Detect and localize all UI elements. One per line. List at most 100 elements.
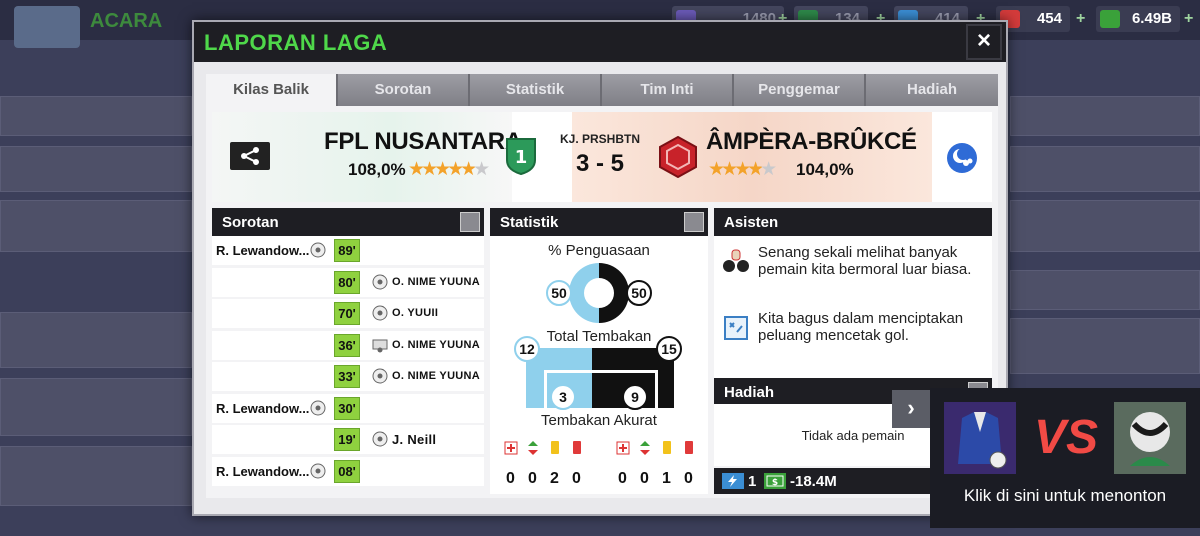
highlight-row: 19' J. Neill [212, 425, 484, 454]
currency-money[interactable]: 6.49B [1096, 6, 1180, 32]
bg-panel [1010, 318, 1200, 374]
money-icon [1100, 10, 1120, 28]
highlight-row: 70' O. YUUII [212, 299, 484, 328]
highlight-row: 80' O. NIME YUUNA [212, 267, 484, 297]
svg-text:1: 1 [515, 147, 528, 168]
money-icon: $ [764, 473, 786, 489]
away-yellow-cards: 1 [662, 470, 671, 487]
injury-icon [616, 441, 630, 455]
svg-text:$: $ [772, 478, 778, 488]
yellow-card-icon [663, 441, 671, 454]
home-star-rating: ★★★★★★ [408, 159, 490, 180]
share-button[interactable] [230, 142, 270, 170]
yellow-card-icon [551, 441, 559, 454]
on-target-label: Tembakan Akurat [541, 412, 657, 429]
add-medical-button[interactable]: + [1076, 10, 1085, 28]
home-red-cards: 0 [572, 470, 581, 487]
collapse-replay-button[interactable]: › [892, 390, 930, 428]
ball-icon [372, 274, 388, 289]
away-team-rating: 104,0% [796, 160, 854, 179]
shots-home-value: 12 [514, 336, 540, 362]
bg-panel [1010, 96, 1200, 136]
away-red-cards: 0 [684, 470, 693, 487]
match-report-dialog: LAPORAN LAGA × Kilas Balik Sorotan Stati… [192, 20, 1008, 516]
final-score: 3 - 5 [575, 150, 625, 177]
assistant-message: Kita bagus dalam menciptakan peluang men… [758, 310, 964, 344]
ball-icon [310, 463, 326, 478]
assistant-header: Asisten [714, 208, 992, 236]
away-scorer: J. Neill [392, 432, 437, 447]
stadium-name: KJ. PRSHBTN [559, 132, 640, 146]
stats-panel: % Penguasaan 50 50 Total Tembakan 12 15 … [490, 236, 708, 494]
highlight-row: 36' O. NIME YUUNA [212, 330, 484, 360]
tab-tim-inti[interactable]: Tim Inti [602, 74, 734, 106]
home-team-badge: 1 [506, 138, 536, 176]
ball-icon [310, 400, 326, 415]
goal-minute: 80' [334, 270, 360, 294]
assistant-message: Senang sekali melihat banyak pemain kita… [758, 244, 972, 278]
bg-panel [0, 446, 192, 506]
score-banner: FPL NUSANTARA 108,0% ★★★★★★ 1 KJ. PRSHBT… [212, 112, 992, 202]
ball-icon [372, 305, 388, 321]
bg-panel [0, 378, 192, 436]
on-target-home-value: 3 [550, 384, 576, 410]
energy-icon [722, 473, 744, 489]
goal-minute: 70' [334, 302, 360, 325]
bg-panel [0, 312, 192, 368]
tab-hadiah[interactable]: Hadiah [866, 74, 998, 106]
add-money-button[interactable]: + [1184, 10, 1193, 28]
highlights-list: R. Lewandow... 89' 80' O. NIME YUUNA 70'… [212, 236, 484, 488]
home-scorer: R. Lewandow... [216, 243, 310, 258]
dialog-title: LAPORAN LAGA [204, 30, 388, 55]
club-name: ACARA [90, 10, 163, 32]
home-substitutions: 0 [528, 470, 537, 487]
away-team-name: ÂMPÈRA-BRÛKCÉ [706, 128, 917, 155]
bg-panel [0, 146, 192, 192]
highlights-header: Sorotan [212, 208, 484, 236]
ball-icon [310, 242, 326, 258]
bg-panel [1010, 146, 1200, 192]
report-tabs: Kilas Balik Sorotan Statistik Tim Inti P… [206, 74, 998, 106]
tab-content: FPL NUSANTARA 108,0% ★★★★★★ 1 KJ. PRSHBT… [206, 106, 998, 498]
ball-icon [372, 368, 388, 384]
tab-sorotan[interactable]: Sorotan [338, 74, 470, 106]
share-icon [241, 147, 259, 165]
versus-label: VS [1034, 411, 1099, 464]
ball-icon [372, 431, 388, 447]
bg-panel [0, 200, 192, 252]
weather-icon[interactable] [946, 142, 978, 174]
tab-penggemar[interactable]: Penggemar [734, 74, 866, 106]
goal-minute: 08' [334, 459, 360, 483]
club-logo[interactable] [14, 6, 80, 48]
highlight-row: R. Lewandow... 30' [212, 393, 484, 423]
stats-header: Statistik [490, 208, 708, 236]
tab-statistik[interactable]: Statistik [470, 74, 602, 106]
away-injuries: 0 [618, 470, 627, 487]
away-scorer: O. NIME YUUNA [392, 370, 481, 382]
energy-reward: 1 [748, 473, 757, 490]
injury-icon [504, 441, 518, 455]
dumbbell-icon [723, 249, 749, 272]
home-kit-avatar [944, 402, 1016, 474]
away-scorer: O. YUUII [392, 307, 439, 319]
shots-away-value: 15 [656, 336, 682, 362]
expand-highlights-button[interactable] [460, 212, 480, 232]
money-reward: -18.4M [790, 473, 837, 490]
goal-minute: 36' [334, 333, 360, 357]
bg-panel [1010, 270, 1200, 310]
possession-label: % Penguasaan [548, 242, 650, 259]
substitution-icon [528, 441, 538, 455]
bg-label [10, 282, 190, 302]
home-scorer: R. Lewandow... [216, 400, 310, 416]
home-scorer: R. Lewandow... [216, 463, 310, 479]
tab-kilas-balik[interactable]: Kilas Balik [206, 74, 338, 106]
goal-minute: 33' [334, 365, 360, 388]
close-button[interactable]: × [966, 24, 1002, 60]
possession-donut [568, 263, 630, 323]
away-scorer: O. NIME YUUNA [392, 275, 481, 288]
away-team-badge [659, 136, 697, 178]
penalty-icon [372, 339, 388, 352]
expand-stats-button[interactable] [684, 212, 704, 232]
watch-replay-card[interactable]: VS Klik di sini untuk menonton [930, 388, 1200, 528]
watch-replay-label: Klik di sini untuk menonton [963, 486, 1167, 505]
